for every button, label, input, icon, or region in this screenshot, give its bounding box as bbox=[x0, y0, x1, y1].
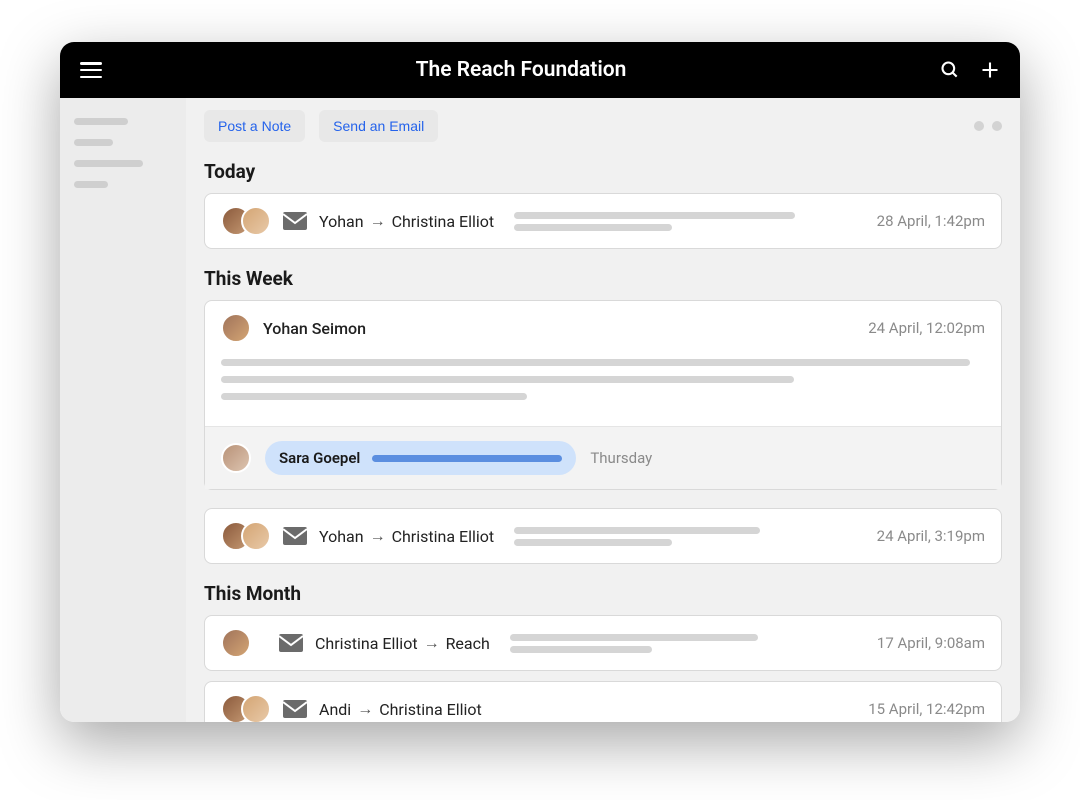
page-title: The Reach Foundation bbox=[416, 58, 627, 82]
email-participants: Yohan → Christina Elliot bbox=[319, 526, 494, 546]
email-icon bbox=[283, 212, 307, 230]
note-author: Yohan Seimon bbox=[263, 319, 366, 338]
avatar-stack bbox=[221, 521, 271, 551]
post-note-button[interactable]: Post a Note bbox=[204, 110, 305, 142]
timestamp: 15 April, 12:42pm bbox=[868, 700, 985, 718]
email-participants: Christina Elliot → Reach bbox=[315, 633, 490, 653]
avatar-stack bbox=[221, 206, 271, 236]
arrow-icon: → bbox=[370, 526, 386, 546]
search-icon[interactable] bbox=[940, 60, 960, 80]
options-dot[interactable] bbox=[974, 121, 984, 131]
to-name: Christina Elliot bbox=[379, 700, 482, 719]
to-name: Christina Elliot bbox=[392, 527, 495, 546]
avatar-stack bbox=[221, 694, 271, 722]
sidebar bbox=[60, 98, 186, 722]
section-this-week: This Week bbox=[204, 267, 1002, 290]
options-dot[interactable] bbox=[992, 121, 1002, 131]
arrow-icon: → bbox=[357, 699, 373, 719]
avatar bbox=[221, 628, 251, 658]
reply-preview-placeholder bbox=[372, 455, 562, 462]
reply-pill: Sara Goepel bbox=[265, 441, 576, 475]
email-icon bbox=[283, 700, 307, 718]
activity-card[interactable]: Yohan → Christina Elliot 28 April, 1:42p… bbox=[204, 193, 1002, 249]
menu-icon[interactable] bbox=[80, 62, 102, 78]
activity-card[interactable]: Yohan → Christina Elliot 24 April, 3:19p… bbox=[204, 508, 1002, 564]
activity-feed: Post a Note Send an Email Today bbox=[186, 98, 1020, 722]
reply-row[interactable]: Sara Goepel Thursday bbox=[205, 426, 1001, 489]
activity-card[interactable]: Andi → Christina Elliot 15 April, 12:42p… bbox=[204, 681, 1002, 722]
arrow-icon: → bbox=[370, 211, 386, 231]
preview-placeholder bbox=[514, 207, 865, 236]
timestamp: 28 April, 1:42pm bbox=[877, 212, 985, 230]
activity-card[interactable]: Yohan Seimon 24 April, 12:02pm Sara Goep… bbox=[204, 300, 1002, 490]
timestamp: 24 April, 3:19pm bbox=[877, 527, 985, 545]
from-name: Christina Elliot bbox=[315, 634, 418, 653]
section-this-month: This Month bbox=[204, 582, 1002, 605]
to-name: Christina Elliot bbox=[392, 212, 495, 231]
timestamp: Thursday bbox=[590, 449, 652, 467]
to-name: Reach bbox=[446, 634, 490, 653]
reply-author: Sara Goepel bbox=[279, 449, 360, 467]
from-name: Yohan bbox=[319, 527, 364, 546]
avatar bbox=[221, 443, 251, 473]
email-icon bbox=[283, 527, 307, 545]
send-email-button[interactable]: Send an Email bbox=[319, 110, 438, 142]
email-icon bbox=[279, 634, 303, 652]
avatar bbox=[221, 313, 251, 343]
activity-card[interactable]: Christina Elliot → Reach 17 April, 9:08a… bbox=[204, 615, 1002, 671]
app-header: The Reach Foundation bbox=[60, 42, 1020, 98]
timestamp: 24 April, 12:02pm bbox=[868, 319, 985, 337]
section-today: Today bbox=[204, 160, 1002, 183]
arrow-icon: → bbox=[424, 633, 440, 653]
preview-placeholder bbox=[510, 629, 865, 658]
toolbar: Post a Note Send an Email bbox=[204, 110, 1002, 142]
email-participants: Andi → Christina Elliot bbox=[319, 699, 482, 719]
preview-placeholder bbox=[514, 522, 865, 551]
email-participants: Yohan → Christina Elliot bbox=[319, 211, 494, 231]
app-frame: The Reach Foundation Post a Note Send an… bbox=[60, 42, 1020, 722]
note-body-placeholder bbox=[221, 343, 985, 414]
timestamp: 17 April, 9:08am bbox=[877, 634, 985, 652]
plus-icon[interactable] bbox=[980, 60, 1000, 80]
from-name: Andi bbox=[319, 700, 351, 719]
from-name: Yohan bbox=[319, 212, 364, 231]
